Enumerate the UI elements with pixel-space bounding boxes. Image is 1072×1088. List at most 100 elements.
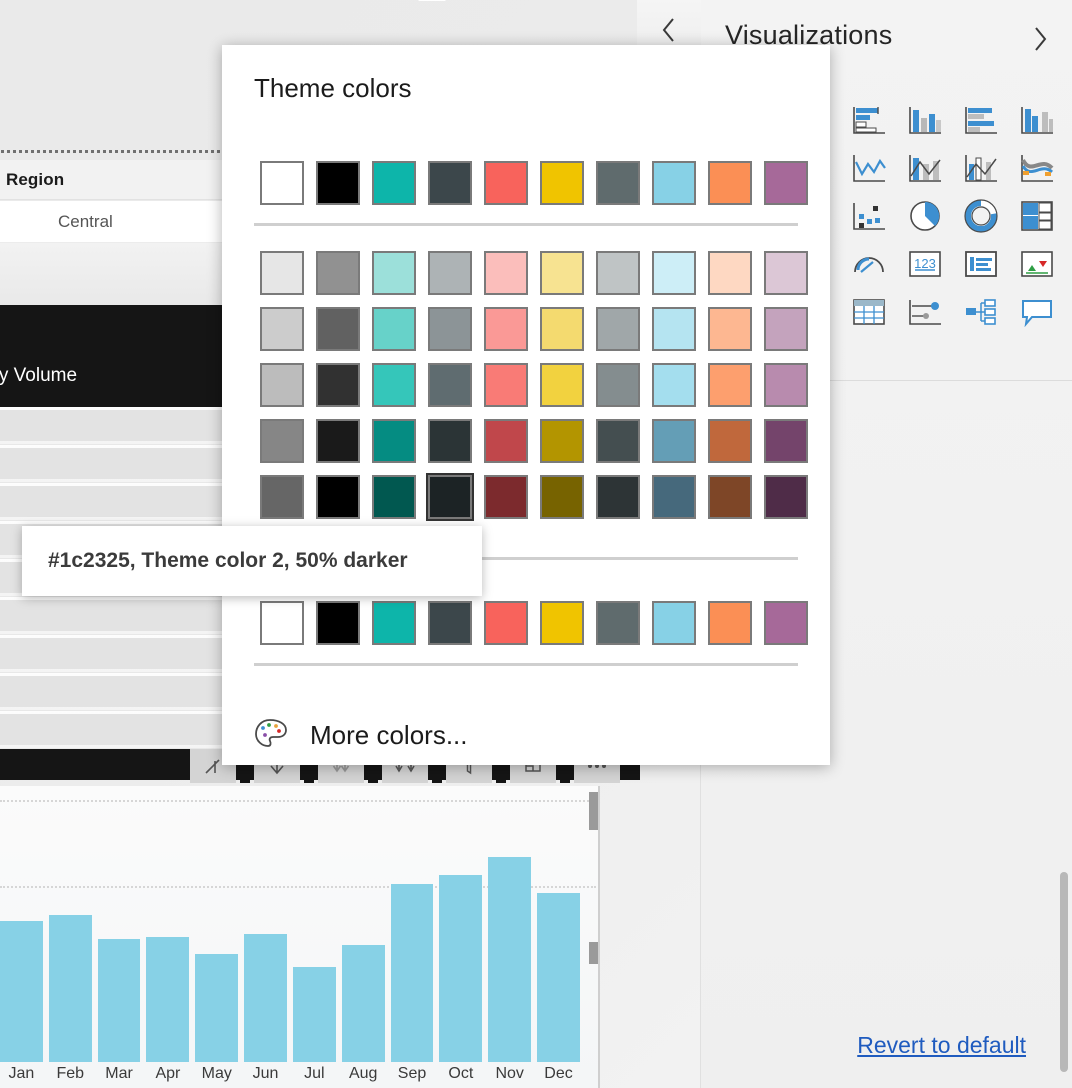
color-swatch[interactable] [708, 363, 752, 407]
color-swatch[interactable] [484, 161, 528, 205]
color-swatch[interactable] [764, 419, 808, 463]
revert-to-default-link[interactable]: Revert to default [857, 1032, 1026, 1059]
color-swatch[interactable] [764, 307, 808, 351]
color-swatch[interactable] [484, 475, 528, 519]
card-icon[interactable]: 123 [897, 240, 953, 288]
more-colors-button[interactable]: More colors... [254, 717, 468, 754]
stacked-column-chart-icon[interactable] [897, 96, 953, 144]
chart-bar-wrapper[interactable] [146, 842, 190, 1062]
chart-bar-wrapper[interactable] [0, 842, 43, 1062]
color-swatch-cell[interactable] [590, 245, 646, 301]
bar-chart-visual[interactable]: Jan Feb Mar Apr May Jun Jul Aug Sep Oct Nov Dec [0, 786, 600, 1088]
table-icon[interactable] [841, 288, 897, 336]
color-swatch-cell[interactable] [366, 155, 422, 211]
color-swatch-cell[interactable] [366, 595, 422, 651]
chart-bar-wrapper[interactable] [488, 842, 532, 1062]
color-swatch[interactable] [428, 419, 472, 463]
color-swatch-cell[interactable] [422, 469, 478, 525]
color-swatch[interactable] [428, 251, 472, 295]
color-swatch[interactable] [708, 161, 752, 205]
color-swatch-cell[interactable] [758, 595, 814, 651]
color-swatch-cell[interactable] [646, 413, 702, 469]
chart-bar[interactable] [292, 967, 336, 1062]
color-swatch[interactable] [316, 363, 360, 407]
color-swatch-cell[interactable] [646, 155, 702, 211]
color-swatch[interactable] [540, 601, 584, 645]
color-swatch-cell[interactable] [534, 155, 590, 211]
color-swatch[interactable] [764, 363, 808, 407]
color-swatch-cell[interactable] [366, 301, 422, 357]
color-swatch-cell[interactable] [310, 245, 366, 301]
color-swatch-cell[interactable] [758, 357, 814, 413]
color-swatch-cell[interactable] [254, 245, 310, 301]
pane-scrollbar[interactable] [1060, 872, 1068, 1072]
color-swatch-cell[interactable] [478, 155, 534, 211]
color-swatch-cell[interactable] [758, 413, 814, 469]
chart-bar[interactable] [0, 921, 43, 1062]
color-swatch-cell[interactable] [366, 413, 422, 469]
line-and-clustered-column-icon[interactable] [953, 144, 1009, 192]
chart-bar[interactable] [488, 857, 532, 1062]
ribbon-chart-icon[interactable] [1009, 144, 1065, 192]
color-swatch-cell[interactable] [310, 357, 366, 413]
color-swatch[interactable] [316, 601, 360, 645]
color-swatch-cell[interactable] [702, 595, 758, 651]
color-swatch[interactable] [484, 419, 528, 463]
color-swatch[interactable] [652, 307, 696, 351]
color-swatch[interactable] [708, 419, 752, 463]
color-swatch-cell[interactable] [310, 595, 366, 651]
qna-icon[interactable] [1009, 288, 1065, 336]
color-swatch[interactable] [484, 601, 528, 645]
color-swatch[interactable] [708, 601, 752, 645]
chart-bar-wrapper[interactable] [537, 842, 580, 1062]
color-swatch-cell[interactable] [310, 301, 366, 357]
color-swatch-cell[interactable] [422, 413, 478, 469]
color-swatch[interactable] [596, 475, 640, 519]
color-swatch-cell[interactable] [534, 245, 590, 301]
color-swatch[interactable] [372, 419, 416, 463]
scatter-chart-icon[interactable] [841, 192, 897, 240]
chart-bar-wrapper[interactable] [97, 842, 141, 1062]
multi-row-card-icon[interactable] [953, 240, 1009, 288]
color-swatch-cell[interactable] [422, 245, 478, 301]
color-swatch-cell[interactable] [366, 469, 422, 525]
color-swatch-hovered[interactable] [426, 473, 474, 521]
color-swatch[interactable] [652, 419, 696, 463]
color-swatch[interactable] [372, 475, 416, 519]
chart-bar[interactable] [244, 934, 287, 1062]
color-swatch-cell[interactable] [366, 357, 422, 413]
color-swatch-cell[interactable] [254, 469, 310, 525]
color-swatch[interactable] [428, 363, 472, 407]
color-swatch-cell[interactable] [534, 357, 590, 413]
color-swatch-cell[interactable] [310, 155, 366, 211]
color-swatch[interactable] [764, 251, 808, 295]
color-swatch[interactable] [372, 601, 416, 645]
color-swatch-cell[interactable] [758, 245, 814, 301]
color-swatch[interactable] [260, 161, 304, 205]
chart-bar[interactable] [195, 954, 239, 1062]
color-swatch-cell[interactable] [702, 245, 758, 301]
color-swatch-cell[interactable] [534, 469, 590, 525]
color-swatch-cell[interactable] [478, 595, 534, 651]
color-swatch-cell[interactable] [254, 155, 310, 211]
color-swatch-cell[interactable] [422, 595, 478, 651]
color-swatch-cell[interactable] [254, 413, 310, 469]
color-swatch[interactable] [428, 601, 472, 645]
color-swatch-cell[interactable] [702, 155, 758, 211]
color-swatch-cell[interactable] [478, 469, 534, 525]
color-swatch-cell[interactable] [590, 155, 646, 211]
color-swatch-cell[interactable] [702, 413, 758, 469]
color-swatch-cell[interactable] [478, 301, 534, 357]
chevron-right-icon[interactable] [1030, 24, 1050, 61]
chart-bar-wrapper[interactable] [390, 842, 434, 1062]
color-swatch[interactable] [540, 475, 584, 519]
color-swatch-cell[interactable] [310, 469, 366, 525]
color-swatch[interactable] [372, 251, 416, 295]
chart-bar-wrapper[interactable] [195, 842, 239, 1062]
color-swatch[interactable] [708, 251, 752, 295]
chart-scrollbar-thumb-top[interactable] [589, 792, 598, 830]
color-swatch[interactable] [540, 363, 584, 407]
color-swatch[interactable] [316, 307, 360, 351]
color-swatch[interactable] [316, 251, 360, 295]
color-swatch[interactable] [260, 251, 304, 295]
